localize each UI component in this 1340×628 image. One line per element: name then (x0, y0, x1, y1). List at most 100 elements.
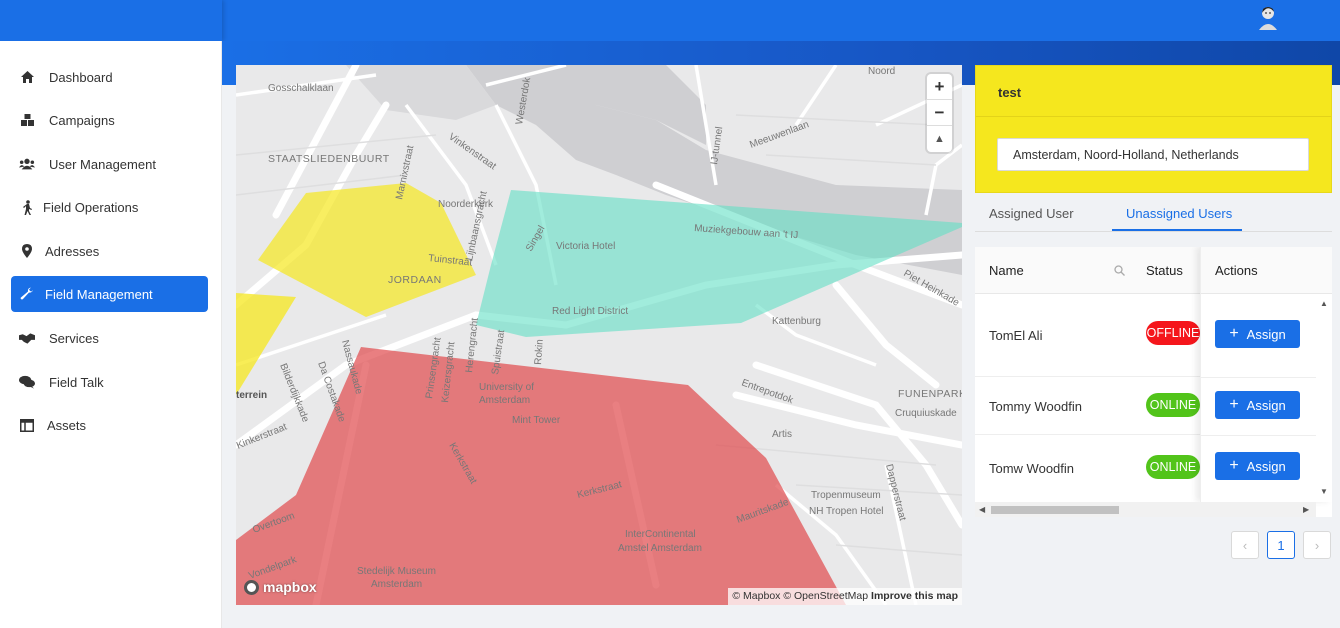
user-avatar[interactable] (1256, 4, 1280, 30)
map-label: Artis (772, 429, 792, 440)
scroll-up-icon[interactable]: ▲ (1320, 299, 1328, 308)
map-label: Cruquiuskade (895, 408, 957, 419)
active-tab-indicator (1112, 229, 1242, 231)
users-icon (19, 156, 35, 172)
sidebar-item-field-talk[interactable]: Field Talk (11, 364, 208, 400)
pagination-next[interactable]: › (1303, 531, 1331, 559)
sidebar-item-label: Campaigns (49, 112, 115, 128)
assign-button[interactable]: + Assign (1215, 391, 1300, 419)
plus-icon: + (1229, 396, 1239, 413)
map-label: Stedelijk Museum (357, 566, 436, 577)
compass-icon[interactable]: ▲ (927, 126, 952, 152)
status-badge: ONLINE (1146, 455, 1200, 479)
sidebar-item-label: User Management (49, 156, 156, 172)
home-icon (19, 69, 35, 85)
mapbox-logo-icon (244, 579, 259, 595)
map-label: Amsterdam (371, 579, 422, 590)
map-label: University of (479, 382, 534, 393)
sidebar-item-assets[interactable]: Assets (11, 407, 208, 443)
improve-map-link[interactable]: Improve this map (871, 590, 958, 602)
scroll-thumb[interactable] (991, 506, 1119, 514)
address-field[interactable] (997, 138, 1309, 171)
map-label: InterContinental (625, 529, 696, 540)
scroll-right-icon[interactable]: ▶ (1303, 505, 1309, 514)
map-canvas: Gosschalklaan STAATSLIEDENBUURT Noorderk… (236, 65, 962, 605)
comments-icon (19, 374, 35, 390)
sidebar-item-label: Dashboard (49, 69, 113, 85)
map-label: Noord (868, 66, 895, 77)
pagination-prev[interactable]: ‹ (1231, 531, 1259, 559)
sidebar-item-label: Field Management (45, 286, 153, 302)
map-label: STAATSLIEDENBUURT (268, 153, 390, 165)
plus-icon: + (1229, 325, 1239, 342)
sidebar-item-user-management[interactable]: User Management (11, 146, 208, 182)
actions-header-cell: Actions (1201, 247, 1332, 294)
boxes-icon (19, 112, 35, 128)
map-zoom-controls: + − ▲ (927, 74, 952, 152)
horizontal-scrollbar[interactable]: ◀ ▶ (975, 502, 1316, 517)
zone-divider (976, 116, 1331, 117)
sidebar: Dashboard Campaigns User Management Fiel… (0, 41, 222, 628)
attribution-text[interactable]: © Mapbox © OpenStreetMap (732, 590, 868, 602)
sidebar-item-label: Field Operations (43, 199, 139, 215)
user-name: Tommy Woodfin (989, 399, 1082, 414)
assign-label: Assign (1246, 397, 1286, 413)
map-label: Amstel Amsterdam (618, 543, 702, 554)
actions-column: Actions + Assign + Assign + Assign (1200, 247, 1332, 502)
map-label: Tropenmuseum (811, 490, 881, 501)
assign-button[interactable]: + Assign (1215, 320, 1300, 348)
map-label: Amsterdam (479, 395, 530, 406)
map-label: terrein (236, 390, 267, 401)
mapbox-logo-text: mapbox (263, 579, 317, 595)
scroll-left-icon[interactable]: ◀ (979, 505, 985, 514)
status-badge: OFFLINE (1146, 321, 1200, 345)
row-divider (1201, 377, 1332, 378)
logo-area (0, 0, 222, 41)
row-divider (1201, 435, 1332, 436)
zoom-out-button[interactable]: − (927, 100, 952, 126)
map-label: Dapperstraat (883, 463, 908, 522)
sidebar-item-label: Assets (47, 417, 87, 433)
map-label: Mint Tower (512, 415, 561, 426)
tab-assigned-user[interactable]: Assigned User (989, 206, 1074, 221)
sidebar-item-field-management[interactable]: Field Management (11, 276, 208, 312)
users-table: Name Status TomEl Ali OFFLINE Tommy Wood… (975, 247, 1332, 517)
map-view[interactable]: Gosschalklaan STAATSLIEDENBUURT Noorderk… (236, 65, 962, 605)
assign-label: Assign (1246, 326, 1286, 342)
map-label: Meeuwenlaan (748, 119, 810, 151)
sidebar-item-label: Field Talk (49, 374, 104, 390)
sidebar-item-label: Adresses (45, 243, 100, 259)
assign-button[interactable]: + Assign (1215, 452, 1300, 480)
walking-icon (19, 199, 35, 215)
top-header-bar (0, 0, 1340, 41)
map-label: FUNENPARK (898, 388, 962, 400)
vertical-scrollbar[interactable]: ▲ ▼ (1316, 294, 1332, 502)
wrench-icon (19, 286, 35, 302)
handshake-icon (19, 330, 35, 346)
tab-unassigned-users[interactable]: Unassigned Users (1126, 206, 1232, 221)
map-label: Victoria Hotel (556, 241, 615, 252)
user-name: TomEl Ali (989, 328, 1043, 343)
sidebar-item-field-operations[interactable]: Field Operations (11, 189, 208, 225)
scroll-down-icon[interactable]: ▼ (1320, 487, 1328, 496)
map-label: Kattenburg (772, 316, 821, 327)
status-badge: ONLINE (1146, 393, 1200, 417)
zoom-in-button[interactable]: + (927, 74, 952, 100)
user-name: Tomw Woodfin (989, 461, 1075, 476)
plus-icon: + (1229, 457, 1239, 474)
mapbox-logo[interactable]: mapbox (244, 579, 317, 595)
sidebar-item-adresses[interactable]: Adresses (11, 233, 208, 269)
map-label: Gosschalklaan (268, 83, 334, 94)
map-label: Red Light District (552, 306, 628, 317)
map-pin-icon (19, 243, 35, 259)
user-tabs: Assigned User Unassigned Users (975, 196, 1332, 232)
search-icon[interactable] (1114, 265, 1125, 276)
pagination-page[interactable]: 1 (1267, 531, 1295, 559)
map-label: JORDAAN (388, 274, 442, 286)
sidebar-item-services[interactable]: Services (11, 320, 208, 356)
table-icon (19, 417, 35, 433)
sidebar-item-dashboard[interactable]: Dashboard (11, 59, 208, 95)
map-label: Rokin (533, 339, 546, 365)
sidebar-item-campaigns[interactable]: Campaigns (11, 102, 208, 138)
sidebar-item-label: Services (49, 330, 99, 346)
